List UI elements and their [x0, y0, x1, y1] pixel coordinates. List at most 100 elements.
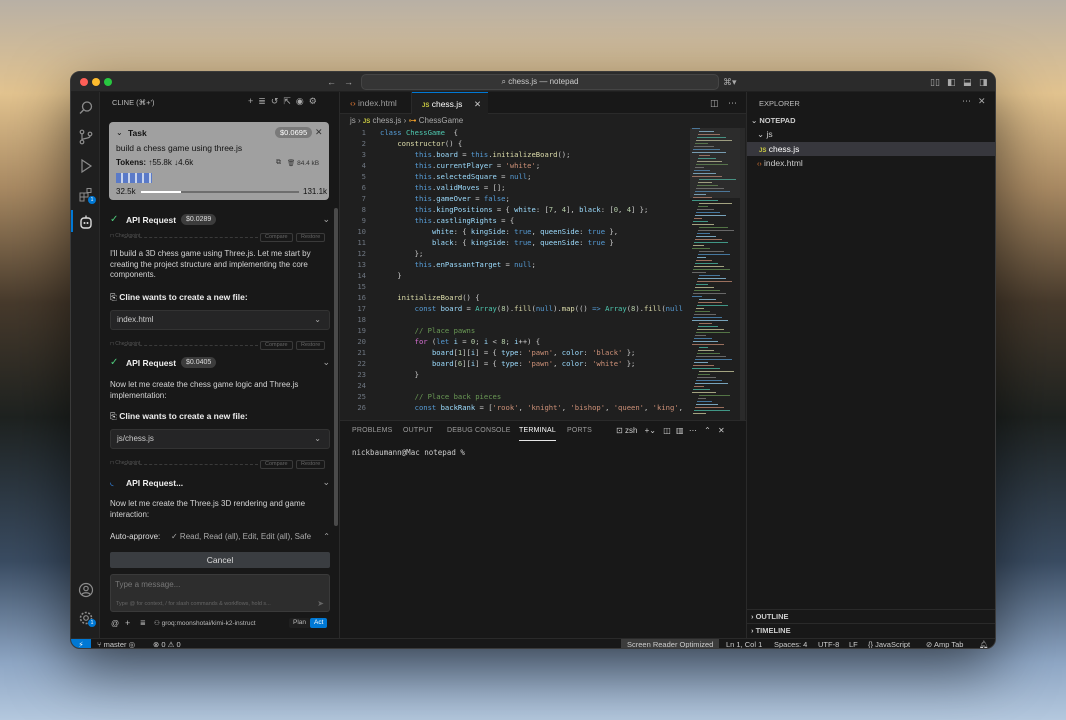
- at-mention-icon[interactable]: @: [111, 619, 119, 628]
- file-dropdown[interactable]: index.html ⌄: [110, 310, 330, 330]
- restore-button[interactable]: Restore: [296, 460, 326, 469]
- send-icon[interactable]: ➤: [317, 599, 324, 608]
- minimize-window-button[interactable]: [92, 78, 100, 86]
- trash-icon[interactable]: 🗑: [287, 160, 295, 167]
- split-terminal-icon[interactable]: ◫: [663, 426, 671, 435]
- chevron-down-icon[interactable]: ⌄: [322, 357, 330, 368]
- breadcrumb-folder[interactable]: js: [350, 116, 356, 125]
- command-center[interactable]: ⌕ chess.js — notepad: [361, 74, 719, 90]
- compare-button[interactable]: Compare: [260, 233, 293, 242]
- run-debug-icon[interactable]: [78, 158, 94, 174]
- panel-tab-debug-console[interactable]: DEBUG CONSOLE: [447, 421, 511, 441]
- remote-icon[interactable]: ⚡: [71, 639, 91, 648]
- copy-icon[interactable]: ⧉: [276, 159, 281, 167]
- breadcrumb-symbol[interactable]: ChessGame: [419, 116, 463, 125]
- gear-icon[interactable]: ⚙: [309, 96, 322, 106]
- message-input[interactable]: Type a message... Type @ for context, / …: [110, 574, 330, 612]
- mcp-icon[interactable]: ≣: [140, 619, 146, 627]
- panel-tab-ports[interactable]: PORTS: [567, 421, 592, 441]
- sidebar-scrollbar[interactable]: [334, 208, 338, 526]
- encoding[interactable]: UTF-8: [818, 639, 839, 648]
- auto-approve-row[interactable]: Auto-approve: ✓ Read, Read (all), Edit, …: [110, 532, 330, 544]
- cursor-position[interactable]: Ln 1, Col 1: [726, 639, 762, 648]
- outline-section[interactable]: › OUTLINE: [747, 609, 995, 623]
- toggle-primary-sidebar-icon[interactable]: ◧: [947, 76, 956, 88]
- api-request-row[interactable]: ✓ API Request $0.0289 ⌄: [110, 214, 330, 228]
- extensions-icon[interactable]: 1: [78, 187, 96, 204]
- cancel-button[interactable]: Cancel: [110, 552, 330, 568]
- maximize-panel-icon[interactable]: ⌃: [704, 426, 711, 435]
- minimap-line: [697, 305, 728, 306]
- restore-button[interactable]: Restore: [296, 233, 326, 242]
- compare-button[interactable]: Compare: [260, 341, 293, 350]
- panel-tab-output[interactable]: OUTPUT: [403, 421, 433, 441]
- settings-icon[interactable]: 1: [78, 610, 96, 627]
- api-request-row[interactable]: ◟ API Request... ⌄: [110, 477, 330, 491]
- chevron-down-icon[interactable]: ⌄: [116, 128, 123, 137]
- language-mode[interactable]: {} JavaScript: [868, 639, 910, 648]
- amp-tab-status[interactable]: ⊘ Amp Tab: [926, 639, 963, 648]
- copilot-icon[interactable]: ⌘▾: [723, 76, 737, 88]
- tree-file-index-html[interactable]: ‹› index.html: [747, 156, 995, 170]
- act-toggle[interactable]: Act: [310, 618, 328, 628]
- maximize-window-button[interactable]: [104, 78, 112, 86]
- code-editor[interactable]: 1 class ChessGame {2 constructor() {3 thi…: [340, 128, 690, 420]
- bell-icon[interactable]: 🔔︎: [979, 639, 989, 648]
- history-icon[interactable]: ↺: [271, 96, 284, 106]
- indentation[interactable]: Spaces: 4: [774, 639, 807, 648]
- end-of-line[interactable]: LF: [849, 639, 858, 648]
- problems-indicator[interactable]: ⊗ 0 ⚠ 0: [153, 639, 181, 648]
- minimap[interactable]: [690, 128, 740, 420]
- code-token: board: [431, 348, 454, 357]
- tree-folder-js[interactable]: ⌄ js: [757, 129, 773, 140]
- minimap-viewport[interactable]: [690, 128, 740, 198]
- plus-icon[interactable]: +: [125, 618, 130, 628]
- toggle-panel-icon[interactable]: ⬓: [963, 76, 972, 88]
- chevron-down-icon[interactable]: ⌄: [322, 477, 330, 488]
- model-selector[interactable]: ⚇ groq:moonshotai/kimi-k2-instruct: [154, 619, 256, 627]
- tab-index-html[interactable]: ‹› index.html: [340, 92, 412, 114]
- chevron-down-icon: ⌄: [757, 129, 765, 139]
- terminal-shell[interactable]: zsh: [625, 426, 637, 435]
- more-actions-icon[interactable]: ⋯: [962, 96, 971, 107]
- plan-toggle[interactable]: Plan: [289, 618, 311, 628]
- search-icon[interactable]: [78, 100, 94, 116]
- panel-tab-terminal[interactable]: TERMINAL: [519, 421, 556, 441]
- close-icon[interactable]: ✕: [474, 93, 481, 115]
- breadcrumb-file[interactable]: chess.js: [372, 116, 401, 125]
- close-window-button[interactable]: [80, 78, 88, 86]
- chevron-down-icon[interactable]: ⌄: [649, 426, 656, 435]
- tab-chess-js[interactable]: JS chess.js ✕: [412, 92, 488, 114]
- close-icon[interactable]: ✕: [978, 96, 986, 107]
- forward-arrow-icon[interactable]: →: [344, 76, 353, 88]
- split-editor-icon[interactable]: ◫: [710, 97, 719, 109]
- cline-icon[interactable]: [78, 214, 94, 230]
- branch-indicator[interactable]: ⑂ master ◎: [97, 639, 135, 648]
- toggle-secondary-sidebar-icon[interactable]: ◨: [979, 76, 988, 88]
- close-icon[interactable]: ✕: [718, 426, 725, 435]
- screen-reader-status[interactable]: Screen Reader Optimized: [621, 639, 720, 648]
- workspace-root[interactable]: ⌄ NOTEPAD: [751, 116, 796, 125]
- compare-button[interactable]: Compare: [260, 460, 293, 469]
- close-icon[interactable]: ✕: [315, 127, 323, 138]
- source-control-icon[interactable]: [78, 129, 94, 145]
- tree-file-chess-js[interactable]: JS chess.js: [747, 142, 995, 156]
- more-actions-icon[interactable]: ⋯: [728, 97, 737, 109]
- mcp-servers-icon[interactable]: ≣: [258, 96, 271, 106]
- popout-icon[interactable]: ⇱: [283, 96, 296, 106]
- panel-tab-problems[interactable]: PROBLEMS: [352, 421, 393, 441]
- restore-button[interactable]: Restore: [296, 341, 326, 350]
- timeline-section[interactable]: › TIMELINE: [747, 623, 995, 637]
- chevron-down-icon[interactable]: ⌄: [322, 214, 330, 225]
- customize-layout-icon[interactable]: ▯▯: [930, 76, 940, 88]
- api-request-row[interactable]: ✓ API Request $0.0405 ⌄: [110, 357, 330, 371]
- editor-scrollbar[interactable]: [740, 128, 745, 420]
- file-dropdown[interactable]: js/chess.js ⌄: [110, 429, 330, 449]
- minimap-line: [693, 413, 706, 414]
- account-icon[interactable]: [78, 582, 94, 598]
- trash-icon[interactable]: ▥: [676, 426, 684, 435]
- account-icon[interactable]: ◉: [296, 96, 309, 106]
- more-actions-icon[interactable]: ⋯: [689, 426, 697, 435]
- back-arrow-icon[interactable]: ←: [327, 76, 336, 88]
- new-task-icon[interactable]: +: [248, 96, 258, 106]
